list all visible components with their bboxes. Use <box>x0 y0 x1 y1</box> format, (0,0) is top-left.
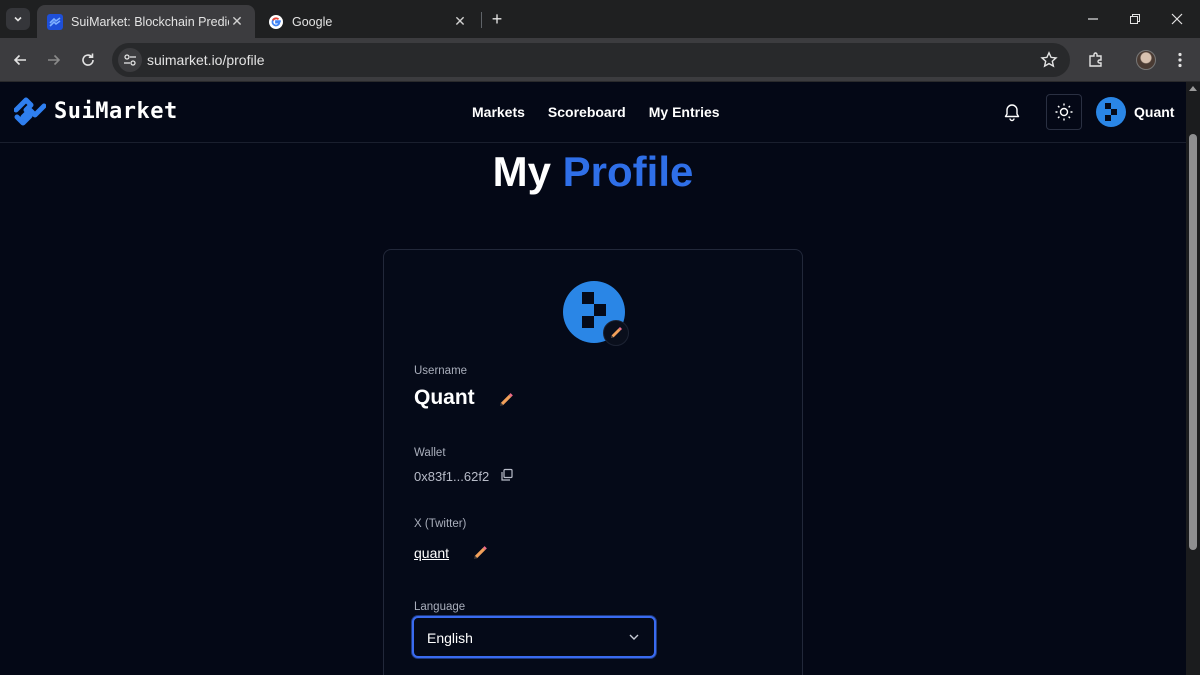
extensions-button[interactable] <box>1082 46 1110 74</box>
tab-search-button[interactable] <box>6 8 30 30</box>
minimize-icon <box>1088 18 1098 20</box>
language-select[interactable]: English <box>412 616 656 658</box>
edit-avatar-button[interactable] <box>603 320 629 346</box>
language-selected-value: English <box>427 630 473 646</box>
logo-text: SuiMarket <box>54 98 178 124</box>
minimize-button[interactable] <box>1070 0 1116 38</box>
avatar <box>1096 97 1126 127</box>
restore-icon <box>1130 14 1140 24</box>
wallet-value: 0x83f1...62f2 <box>414 469 490 484</box>
copy-icon[interactable] <box>500 468 514 482</box>
page-title-accent: Profile <box>562 148 694 195</box>
tab-title: Google <box>292 14 333 29</box>
google-favicon-icon <box>268 14 284 30</box>
chevron-down-icon <box>14 16 22 22</box>
pencil-icon[interactable] <box>498 392 514 408</box>
browser-tabstrip: SuiMarket: Blockchain Prediction ✕ Googl… <box>0 0 1200 38</box>
page-title: My Profile <box>0 148 1186 196</box>
reload-icon <box>82 53 94 66</box>
browser-toolbar: suimarket.io/profile <box>0 38 1200 82</box>
url-text: suimarket.io/profile <box>147 52 265 68</box>
main-nav: Markets Scoreboard My Entries <box>472 104 743 120</box>
language-label: Language <box>414 601 466 613</box>
username-value: Quant <box>414 386 475 409</box>
sun-icon <box>1055 103 1073 121</box>
close-icon[interactable]: ✕ <box>452 13 468 30</box>
theme-toggle-button[interactable] <box>1046 94 1082 130</box>
suimarket-logo-icon <box>14 97 46 126</box>
more-vertical-icon <box>1178 52 1182 68</box>
suimarket-favicon-icon <box>47 13 63 30</box>
menu-button[interactable] <box>1166 46 1194 74</box>
close-icon[interactable]: ✕ <box>229 13 245 30</box>
address-bar[interactable]: suimarket.io/profile <box>112 43 1070 77</box>
new-tab-button[interactable]: + <box>486 8 508 30</box>
tab-title: SuiMarket: Blockchain Prediction <box>71 14 229 29</box>
pencil-icon[interactable] <box>472 545 488 561</box>
profile-button[interactable] <box>1132 46 1160 74</box>
tab-google[interactable]: Google ✕ <box>258 5 478 38</box>
nav-markets[interactable]: Markets <box>472 104 525 120</box>
page-title-first: My <box>492 148 551 195</box>
scroll-thumb[interactable] <box>1189 134 1197 550</box>
reload-button[interactable] <box>74 46 102 74</box>
profile-card: Username Quant Wallet 0x83f1...62f2 X (T… <box>383 249 803 675</box>
nav-scoreboard[interactable]: Scoreboard <box>548 104 626 120</box>
back-button[interactable] <box>6 46 34 74</box>
star-icon[interactable] <box>1040 51 1058 69</box>
page: SuiMarket Markets Scoreboard My Entries … <box>0 82 1186 675</box>
username-label: Username <box>414 365 468 377</box>
bell-icon[interactable] <box>1002 102 1022 122</box>
page-scrollbar[interactable] <box>1186 82 1200 675</box>
twitter-label: X (Twitter) <box>414 518 467 530</box>
arrow-right-icon <box>48 54 61 66</box>
avatar <box>1136 50 1156 70</box>
close-icon <box>1171 13 1183 25</box>
tab-separator <box>481 12 482 28</box>
pencil-icon <box>611 327 622 338</box>
nav-my-entries[interactable]: My Entries <box>649 104 720 120</box>
window-close-button[interactable] <box>1154 0 1200 38</box>
scroll-up-arrow-icon[interactable] <box>1189 86 1197 91</box>
restore-button[interactable] <box>1112 0 1158 38</box>
site-logo[interactable]: SuiMarket <box>14 96 178 126</box>
puzzle-icon <box>1089 52 1102 67</box>
tab-suimarket[interactable]: SuiMarket: Blockchain Prediction ✕ <box>37 5 255 38</box>
chevron-down-icon <box>629 634 639 640</box>
twitter-link[interactable]: quant <box>414 545 449 561</box>
tune-icon <box>124 54 136 66</box>
site-header: SuiMarket Markets Scoreboard My Entries … <box>0 82 1186 143</box>
arrow-left-icon <box>13 54 26 66</box>
forward-button[interactable] <box>40 46 68 74</box>
user-name: Quant <box>1134 104 1175 120</box>
user-menu[interactable]: Quant <box>1096 97 1174 127</box>
wallet-label: Wallet <box>414 447 446 459</box>
site-info-button[interactable] <box>118 48 142 72</box>
